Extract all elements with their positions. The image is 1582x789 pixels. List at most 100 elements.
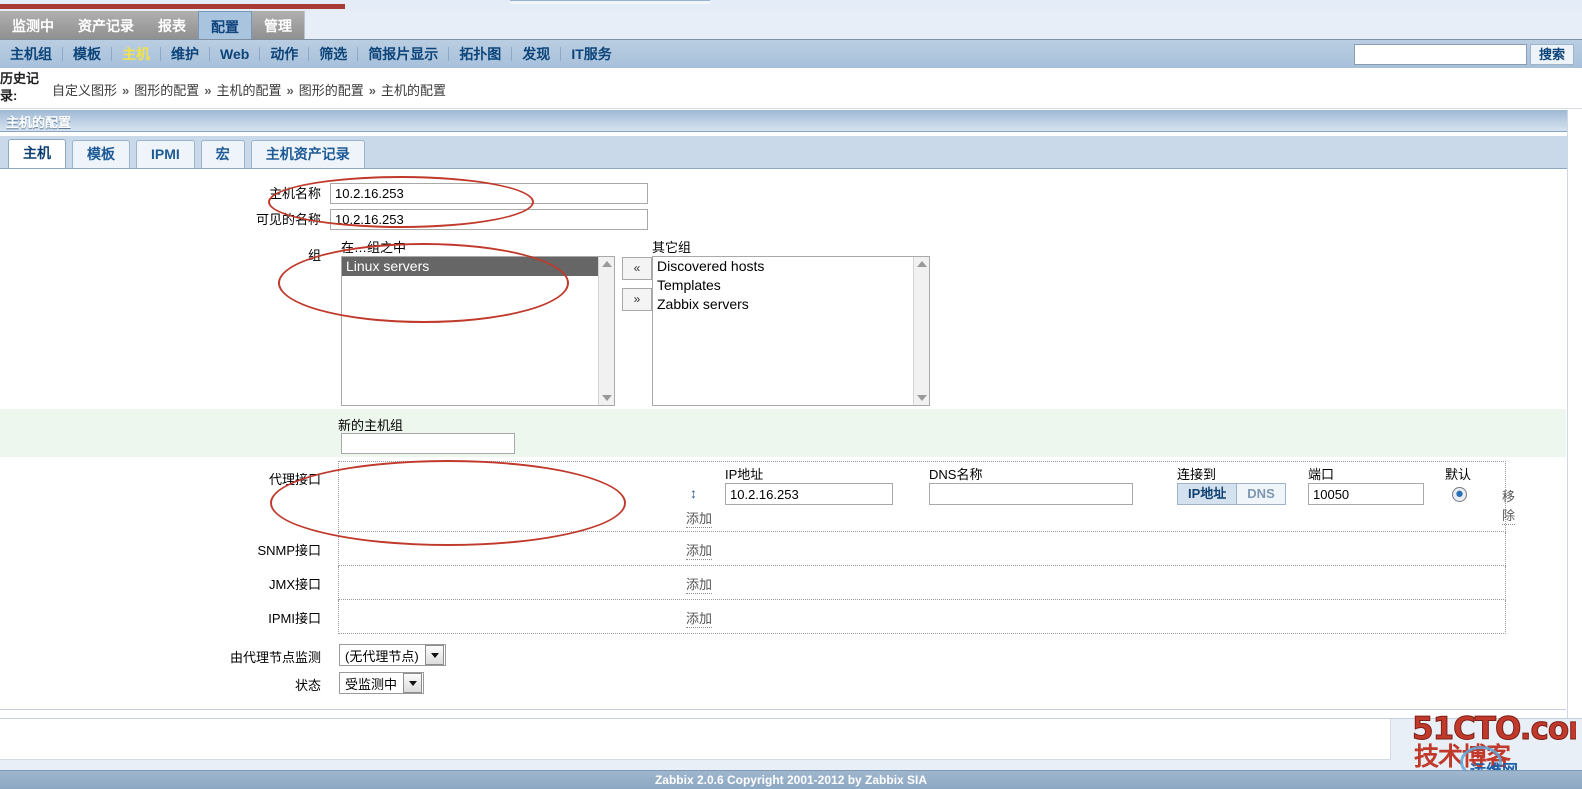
connect-to-ip-button[interactable]: IP地址 bbox=[1178, 484, 1238, 504]
footer-copyright: Zabbix 2.0.6 Copyright 2001-2012 by Zabb… bbox=[654, 773, 928, 787]
list-item[interactable]: Discovered hosts bbox=[653, 257, 929, 276]
scroll-down-icon[interactable] bbox=[602, 395, 612, 401]
scroll-down-icon[interactable] bbox=[917, 395, 927, 401]
connect-to-toggle: IP地址 DNS bbox=[1177, 483, 1286, 505]
red-accent-bar bbox=[0, 4, 345, 9]
remove-interface-link[interactable]: 移除 bbox=[1502, 486, 1516, 525]
sub-menu-item-3[interactable]: 维护 bbox=[161, 44, 209, 64]
move-right-button[interactable]: » bbox=[622, 288, 652, 311]
bottom-inner-area bbox=[0, 719, 1391, 760]
main-menu-item-4[interactable]: 管理 bbox=[252, 11, 304, 39]
in-groups-listbox[interactable]: Linux servers bbox=[341, 256, 615, 406]
history-area: 历史记录: 自定义图形 » 图形的配置 » 主机的配置 » 图形的配置 » 主机的配置 bbox=[0, 68, 1582, 109]
main-menu-item-1[interactable]: 资产记录 bbox=[66, 11, 146, 39]
groups-label: 组 bbox=[307, 248, 321, 263]
proxy-select[interactable]: (无代理节点) bbox=[339, 644, 446, 666]
main-menu-item-2[interactable]: 报表 bbox=[146, 11, 198, 39]
other-groups-scrollbar[interactable] bbox=[913, 257, 929, 405]
jmx-interface-box: 添加 bbox=[338, 566, 1506, 600]
sub-menu-item-5[interactable]: 动作 bbox=[260, 44, 308, 64]
page-title-bar: 主机的配置 bbox=[0, 110, 1582, 132]
host-config-form: 主机名称 可见的名称 组 在…组之中 其它组 Linux servers « »… bbox=[0, 169, 1582, 747]
breadcrumb-item-3[interactable]: 图形的配置 bbox=[299, 83, 364, 98]
snmp-interface-box: 添加 bbox=[338, 532, 1506, 566]
breadcrumb-separator: » bbox=[368, 83, 376, 98]
ipmi-interface-row: IPMI接口 添加 bbox=[0, 600, 1566, 634]
list-item[interactable]: Templates bbox=[653, 276, 929, 295]
breadcrumb-item-4[interactable]: 主机的配置 bbox=[381, 83, 446, 98]
other-groups-caption: 其它组 bbox=[652, 240, 692, 255]
connect-to-dns-button[interactable]: DNS bbox=[1237, 484, 1285, 504]
drag-handle-icon[interactable]: ↕ bbox=[690, 486, 697, 500]
sub-menu-item-8[interactable]: 拓扑图 bbox=[449, 44, 511, 64]
history-label: 历史记录: bbox=[0, 71, 40, 103]
sub-menu-item-10[interactable]: IT服务 bbox=[561, 44, 621, 64]
default-column-header: 默认 bbox=[1445, 467, 1472, 482]
sub-menu-item-2[interactable]: 主机 bbox=[112, 44, 160, 64]
proxy-select-value: (无代理节点) bbox=[345, 648, 419, 664]
sub-menu-item-1[interactable]: 模板 bbox=[63, 44, 111, 64]
search-input[interactable] bbox=[1353, 44, 1527, 65]
add-jmx-interface-link[interactable]: 添加 bbox=[686, 574, 713, 594]
sub-menu-item-4[interactable]: Web bbox=[210, 46, 259, 62]
port-column-header: 端口 bbox=[1308, 467, 1335, 482]
new-host-group-band: 新的主机组 bbox=[0, 409, 1566, 457]
sub-menu-item-6[interactable]: 筛选 bbox=[309, 44, 357, 64]
sub-menu-item-0[interactable]: 主机组 bbox=[0, 44, 62, 64]
sub-menu-item-9[interactable]: 发现 bbox=[512, 44, 560, 64]
agent-interface-box: IP地址 DNS名称 连接到 端口 默认 ↕ IP地址 DNS 移除 添加 bbox=[338, 461, 1516, 532]
host-name-input[interactable] bbox=[330, 183, 648, 204]
status-label: 状态 bbox=[294, 678, 321, 693]
agent-port-input[interactable] bbox=[1308, 483, 1424, 505]
default-interface-radio[interactable] bbox=[1452, 487, 1467, 502]
main-menu-item-3[interactable]: 配置 bbox=[198, 11, 252, 39]
list-item[interactable]: Zabbix servers bbox=[653, 295, 929, 314]
in-groups-scrollbar[interactable] bbox=[598, 257, 614, 405]
scroll-up-icon[interactable] bbox=[917, 261, 927, 267]
breadcrumb-item-1[interactable]: 图形的配置 bbox=[134, 83, 199, 98]
move-left-button[interactable]: « bbox=[622, 257, 652, 280]
tab-1[interactable]: 模板 bbox=[72, 140, 130, 168]
visible-name-label: 可见的名称 bbox=[255, 212, 321, 227]
search-button[interactable]: 搜索 bbox=[1529, 44, 1574, 65]
jmx-interface-row: JMX接口 添加 bbox=[0, 566, 1566, 600]
tab-0[interactable]: 主机 bbox=[8, 139, 66, 168]
list-item[interactable]: Linux servers bbox=[342, 257, 614, 276]
add-ipmi-interface-link[interactable]: 添加 bbox=[686, 608, 713, 628]
page-title: 主机的配置 bbox=[6, 115, 72, 130]
breadcrumb-item-0[interactable]: 自定义图形 bbox=[52, 83, 117, 98]
dns-column-header: DNS名称 bbox=[929, 467, 983, 482]
tab-4[interactable]: 主机资产记录 bbox=[250, 140, 365, 168]
proxy-label: 由代理节点监测 bbox=[229, 650, 321, 665]
agent-ip-input[interactable] bbox=[725, 483, 893, 505]
chevron-down-icon[interactable] bbox=[424, 645, 444, 665]
tab-2[interactable]: IPMI bbox=[136, 140, 195, 168]
snmp-interface-label: SNMP接口 bbox=[257, 543, 321, 558]
status-select[interactable]: 受监测中 bbox=[339, 672, 425, 694]
top-accent-stripe bbox=[0, 0, 1582, 11]
ipmi-interface-box: 添加 bbox=[338, 600, 1506, 634]
visible-name-input[interactable] bbox=[330, 209, 648, 230]
chevron-down-icon[interactable] bbox=[403, 673, 423, 693]
ip-column-header: IP地址 bbox=[725, 467, 764, 482]
add-snmp-interface-link[interactable]: 添加 bbox=[686, 540, 713, 560]
sub-menu-item-7[interactable]: 简报片显示 bbox=[358, 44, 448, 64]
global-search: 搜索 bbox=[1353, 44, 1574, 65]
breadcrumb-separator: » bbox=[122, 83, 130, 98]
agent-dns-input[interactable] bbox=[929, 483, 1133, 505]
scroll-up-icon[interactable] bbox=[602, 261, 612, 267]
snmp-interface-row: SNMP接口 添加 bbox=[0, 532, 1566, 566]
breadcrumb-item-2[interactable]: 主机的配置 bbox=[217, 83, 282, 98]
add-agent-interface-link[interactable]: 添加 bbox=[686, 508, 713, 528]
breadcrumb-separator: » bbox=[204, 83, 212, 98]
field-host-name: 主机名称 bbox=[0, 183, 648, 204]
main-menu-item-0[interactable]: 监测中 bbox=[0, 11, 66, 39]
bottom-strip bbox=[0, 718, 1582, 771]
new-host-group-input[interactable] bbox=[341, 433, 515, 454]
breadcrumb-separator: » bbox=[286, 83, 294, 98]
ipmi-interface-label: IPMI接口 bbox=[268, 611, 321, 626]
tab-3[interactable]: 宏 bbox=[200, 140, 245, 168]
host-name-label: 主机名称 bbox=[268, 186, 321, 201]
other-groups-listbox[interactable]: Discovered hosts Templates Zabbix servers bbox=[652, 256, 930, 406]
in-groups-caption: 在…组之中 bbox=[341, 240, 407, 255]
